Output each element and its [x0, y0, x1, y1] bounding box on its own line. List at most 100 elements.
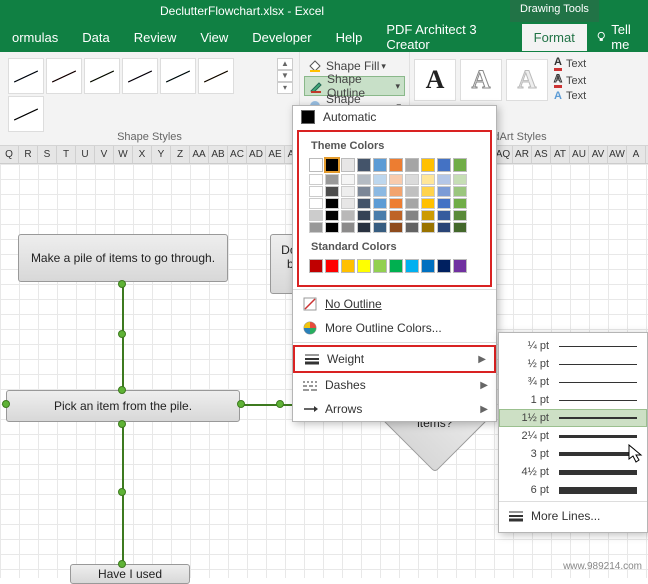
line-style-swatch[interactable]: [198, 58, 234, 94]
color-swatch[interactable]: [357, 222, 371, 233]
color-swatch[interactable]: [309, 259, 323, 273]
weight-option[interactable]: 6 pt: [499, 481, 647, 499]
column-header[interactable]: R: [19, 146, 38, 163]
weight-option[interactable]: ½ pt: [499, 355, 647, 373]
color-swatch[interactable]: [373, 198, 387, 209]
color-swatch[interactable]: [437, 210, 451, 221]
color-swatch[interactable]: [341, 210, 355, 221]
column-header[interactable]: Z: [171, 146, 190, 163]
text-effects-button[interactable]: AText: [554, 90, 586, 102]
color-swatch[interactable]: [405, 198, 419, 209]
color-swatch[interactable]: [309, 158, 323, 172]
column-header[interactable]: AR: [513, 146, 532, 163]
gallery-more-icon[interactable]: ▾: [277, 82, 293, 94]
tab-developer[interactable]: Developer: [240, 24, 323, 51]
connector-handle[interactable]: [118, 560, 126, 568]
color-swatch[interactable]: [453, 259, 467, 273]
color-swatch[interactable]: [325, 259, 339, 273]
column-header[interactable]: AE: [266, 146, 285, 163]
text-outline-button[interactable]: AText: [554, 73, 586, 88]
color-swatch[interactable]: [357, 186, 371, 197]
color-swatch[interactable]: [437, 259, 451, 273]
column-header[interactable]: U: [76, 146, 95, 163]
color-swatch[interactable]: [453, 222, 467, 233]
color-swatch[interactable]: [309, 198, 323, 209]
weight-option[interactable]: 3 pt: [499, 445, 647, 463]
color-swatch[interactable]: [309, 210, 323, 221]
color-swatch[interactable]: [389, 222, 403, 233]
connector-handle[interactable]: [118, 330, 126, 338]
color-swatch[interactable]: [389, 158, 403, 172]
color-swatch[interactable]: [453, 210, 467, 221]
color-swatch[interactable]: [421, 222, 435, 233]
color-swatch[interactable]: [389, 259, 403, 273]
color-swatch[interactable]: [437, 158, 451, 172]
column-header[interactable]: AD: [247, 146, 266, 163]
weight-option[interactable]: 1½ pt: [499, 409, 647, 427]
weight-item[interactable]: Weight ▶: [293, 345, 496, 373]
automatic-color-item[interactable]: Automatic: [293, 106, 496, 128]
color-swatch[interactable]: [421, 158, 435, 172]
column-header[interactable]: X: [133, 146, 152, 163]
color-swatch[interactable]: [341, 174, 355, 185]
color-swatch[interactable]: [389, 198, 403, 209]
color-swatch[interactable]: [325, 210, 339, 221]
color-swatch[interactable]: [421, 186, 435, 197]
column-header[interactable]: AU: [570, 146, 589, 163]
weight-option[interactable]: 2¼ pt: [499, 427, 647, 445]
connector-handle[interactable]: [237, 400, 245, 408]
more-lines-item[interactable]: More Lines...: [499, 504, 647, 528]
color-swatch[interactable]: [453, 174, 467, 185]
color-swatch[interactable]: [357, 210, 371, 221]
color-swatch[interactable]: [405, 210, 419, 221]
color-swatch[interactable]: [405, 186, 419, 197]
column-header[interactable]: AV: [589, 146, 608, 163]
color-swatch[interactable]: [357, 198, 371, 209]
color-swatch[interactable]: [453, 158, 467, 172]
weight-option[interactable]: 4½ pt: [499, 463, 647, 481]
tab-data[interactable]: Data: [70, 24, 121, 51]
weight-option[interactable]: ¾ pt: [499, 373, 647, 391]
wordart-style[interactable]: A: [460, 59, 502, 101]
dashes-item[interactable]: Dashes ▶: [293, 373, 496, 397]
line-style-swatch[interactable]: [122, 58, 158, 94]
flowchart-box[interactable]: Make a pile of items to go through.: [18, 234, 228, 282]
color-swatch[interactable]: [373, 186, 387, 197]
line-style-swatch[interactable]: [160, 58, 196, 94]
color-swatch[interactable]: [357, 158, 371, 172]
line-style-gallery[interactable]: [8, 58, 268, 132]
connector-handle[interactable]: [276, 400, 284, 408]
wordart-style[interactable]: A: [414, 59, 456, 101]
weight-option[interactable]: 1 pt: [499, 391, 647, 409]
column-header[interactable]: AB: [209, 146, 228, 163]
tell-me-search[interactable]: Tell me: [595, 22, 648, 52]
column-header[interactable]: Q: [0, 146, 19, 163]
line-style-swatch[interactable]: [84, 58, 120, 94]
gallery-nav[interactable]: ▲ ▼ ▾: [277, 58, 293, 94]
column-header[interactable]: AS: [532, 146, 551, 163]
color-swatch[interactable]: [373, 174, 387, 185]
color-swatch[interactable]: [309, 186, 323, 197]
color-swatch[interactable]: [373, 210, 387, 221]
tab-view[interactable]: View: [188, 24, 240, 51]
color-swatch[interactable]: [341, 186, 355, 197]
wordart-style[interactable]: A: [506, 59, 548, 101]
column-header[interactable]: S: [38, 146, 57, 163]
color-swatch[interactable]: [421, 174, 435, 185]
color-swatch[interactable]: [437, 186, 451, 197]
connector-handle[interactable]: [2, 400, 10, 408]
color-swatch[interactable]: [341, 259, 355, 273]
color-swatch[interactable]: [373, 259, 387, 273]
color-swatch[interactable]: [341, 158, 355, 172]
color-swatch[interactable]: [373, 222, 387, 233]
color-swatch[interactable]: [341, 222, 355, 233]
color-swatch[interactable]: [309, 222, 323, 233]
color-swatch[interactable]: [325, 222, 339, 233]
color-swatch[interactable]: [421, 210, 435, 221]
color-swatch[interactable]: [389, 210, 403, 221]
tab-review[interactable]: Review: [122, 24, 189, 51]
column-header[interactable]: AW: [608, 146, 627, 163]
color-swatch[interactable]: [309, 174, 323, 185]
color-swatch[interactable]: [437, 222, 451, 233]
no-outline-item[interactable]: No Outline: [293, 292, 496, 316]
